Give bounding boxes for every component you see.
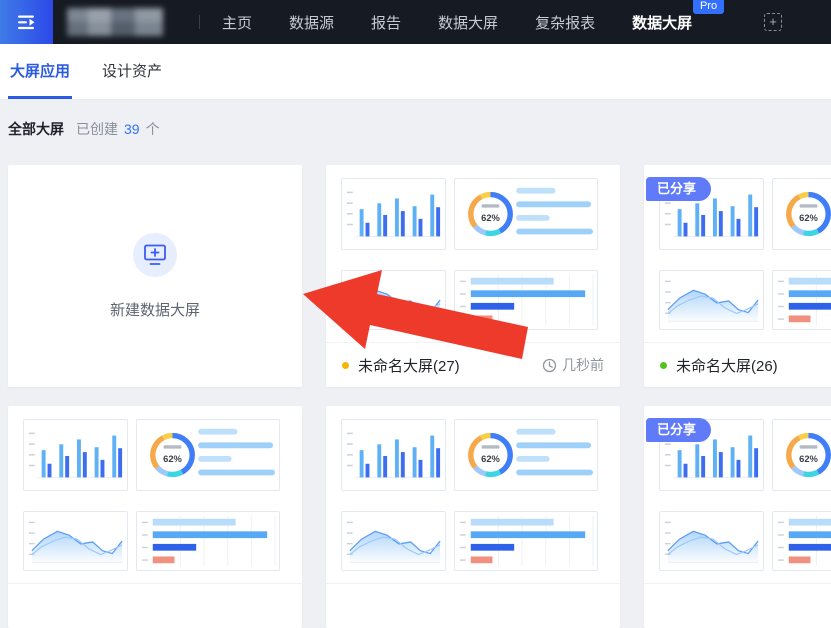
card-title: 未命名大屏(26) bbox=[676, 355, 831, 376]
dashboard-thumbnail: 62% bbox=[326, 406, 620, 583]
mini-donut-chart: 62% bbox=[454, 178, 598, 250]
mini-area-chart bbox=[341, 511, 446, 571]
nav-item-0[interactable]: 主页 bbox=[222, 12, 252, 33]
donut-center-value: 62% bbox=[481, 454, 500, 464]
clock-icon bbox=[542, 358, 557, 373]
donut-center-value: 62% bbox=[481, 213, 500, 223]
add-workspace-button[interactable]: + bbox=[764, 13, 782, 31]
nav-divider bbox=[199, 15, 200, 29]
stats-line: 全部大屏 已创建 39 个 bbox=[8, 119, 823, 139]
tab-0[interactable]: 大屏应用 bbox=[8, 44, 72, 99]
app-logo-redacted bbox=[67, 8, 163, 36]
hamburger-collapse-icon bbox=[17, 15, 37, 30]
nav-menu: 主页 数据源 报告 数据大屏 复杂报表 数据大屏Pro bbox=[222, 12, 692, 33]
nav-item-3[interactable]: 数据大屏 bbox=[438, 12, 498, 33]
card-title: 未命名大屏(27) bbox=[358, 355, 542, 376]
shared-badge: 已分享 bbox=[646, 177, 711, 201]
mini-donut-chart: 62% bbox=[772, 419, 831, 491]
mini-area-chart bbox=[341, 270, 446, 330]
donut-center-value: 62% bbox=[799, 213, 818, 223]
card-footer: 未命名大屏(27) 几秒前 bbox=[326, 342, 620, 387]
nav-item-4[interactable]: 复杂报表 bbox=[535, 12, 595, 33]
card-footer: 未命名大屏(26) bbox=[644, 342, 831, 387]
card-footer bbox=[644, 583, 831, 628]
mini-donut-chart: 62% bbox=[772, 178, 831, 250]
nav-item-2[interactable]: 报告 bbox=[371, 12, 401, 33]
mini-hbar-chart bbox=[454, 270, 598, 330]
dashboard-card[interactable]: 已分享 bbox=[644, 406, 831, 628]
mini-hbar-chart bbox=[772, 270, 831, 330]
mini-hbar-chart bbox=[454, 511, 598, 571]
status-dot bbox=[660, 362, 667, 369]
shared-badge: 已分享 bbox=[646, 418, 711, 442]
mini-bar-chart bbox=[23, 419, 128, 491]
mini-donut-chart: 62% bbox=[454, 419, 598, 491]
donut-center-value: 62% bbox=[163, 454, 182, 464]
filter-label[interactable]: 全部大屏 bbox=[8, 119, 64, 139]
menu-toggle-button[interactable] bbox=[0, 0, 53, 44]
status-dot bbox=[342, 362, 349, 369]
card-footer bbox=[8, 583, 302, 628]
mini-area-chart bbox=[659, 511, 764, 571]
create-icon-circle bbox=[133, 233, 177, 277]
donut-center-value: 62% bbox=[799, 454, 818, 464]
created-label: 已创建 bbox=[76, 119, 118, 139]
main-content: 全部大屏 已创建 39 个 新建数据大屏 bbox=[0, 119, 831, 628]
dashboard-card[interactable]: 62% bbox=[326, 406, 620, 628]
pro-badge: Pro bbox=[693, 0, 724, 14]
mini-bar-chart bbox=[341, 178, 446, 250]
mini-bar-chart bbox=[341, 419, 446, 491]
tab-bar: 大屏应用设计资产 bbox=[0, 44, 831, 100]
nav-item-1[interactable]: 数据源 bbox=[289, 12, 334, 33]
dashboard-thumbnail: 62% bbox=[326, 165, 620, 342]
nav-item-5[interactable]: 数据大屏Pro bbox=[632, 12, 692, 33]
mini-area-chart bbox=[23, 511, 128, 571]
tab-1[interactable]: 设计资产 bbox=[100, 44, 164, 99]
card-time: 几秒前 bbox=[542, 355, 604, 375]
card-footer bbox=[326, 583, 620, 628]
dashboard-thumbnail: 62% bbox=[8, 406, 302, 583]
dashboard-card[interactable]: 62% bbox=[8, 406, 302, 628]
cards-grid: 新建数据大屏 bbox=[8, 165, 831, 628]
time-text: 几秒前 bbox=[562, 355, 604, 375]
create-dashboard-card[interactable]: 新建数据大屏 bbox=[8, 165, 302, 387]
created-unit: 个 bbox=[146, 119, 160, 139]
dashboard-card[interactable]: 已分享 bbox=[644, 165, 831, 387]
mini-hbar-chart bbox=[136, 511, 280, 571]
top-navbar: 主页 数据源 报告 数据大屏 复杂报表 数据大屏Pro + bbox=[0, 0, 831, 44]
created-count: 39 bbox=[124, 121, 140, 137]
mini-hbar-chart bbox=[772, 511, 831, 571]
mini-area-chart bbox=[659, 270, 764, 330]
mini-donut-chart: 62% bbox=[136, 419, 280, 491]
create-card-label: 新建数据大屏 bbox=[110, 299, 200, 320]
dashboard-card[interactable]: 62% bbox=[326, 165, 620, 387]
add-screen-icon bbox=[142, 243, 168, 267]
